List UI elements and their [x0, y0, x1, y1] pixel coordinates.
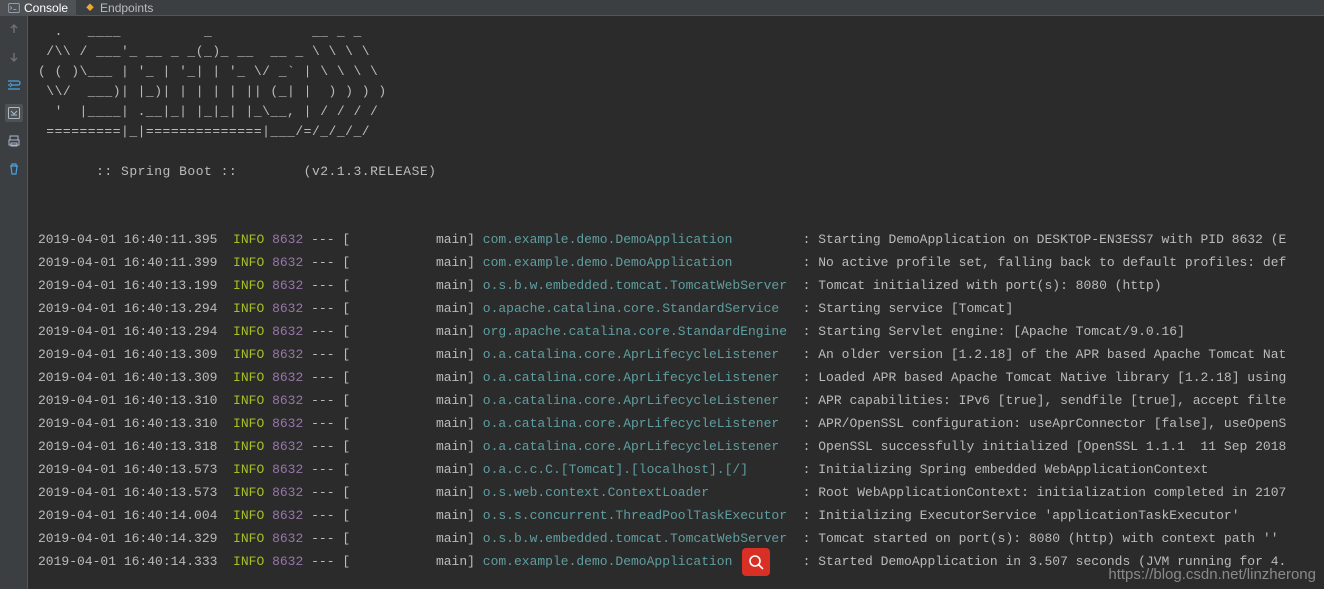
- tab-console[interactable]: Console: [0, 0, 76, 16]
- scroll-down-icon[interactable]: [5, 48, 23, 66]
- log-row: 2019-04-01 16:40:14.004 INFO 8632 --- [ …: [38, 504, 1320, 527]
- console-output[interactable]: . ____ _ __ _ _ /\\ / ___'_ __ _ _(_)_ _…: [28, 16, 1324, 589]
- boot-version: (v2.1.3.RELEASE): [246, 164, 437, 179]
- search-overlay-icon[interactable]: [742, 548, 770, 576]
- soft-wrap-icon[interactable]: [5, 76, 23, 94]
- clear-all-icon[interactable]: [5, 160, 23, 178]
- endpoints-icon: [84, 2, 96, 14]
- log-lines: 2019-04-01 16:40:11.395 INFO 8632 --- [ …: [38, 228, 1320, 573]
- scroll-up-icon[interactable]: [5, 20, 23, 38]
- log-row: 2019-04-01 16:40:13.310 INFO 8632 --- [ …: [38, 412, 1320, 435]
- boot-name: :: Spring Boot ::: [88, 164, 246, 179]
- console-gutter: [0, 16, 28, 589]
- log-row: 2019-04-01 16:40:13.310 INFO 8632 --- [ …: [38, 389, 1320, 412]
- tab-console-label: Console: [24, 1, 68, 15]
- log-row: 2019-04-01 16:40:14.329 INFO 8632 --- [ …: [38, 527, 1320, 550]
- log-row: 2019-04-01 16:40:13.573 INFO 8632 --- [ …: [38, 481, 1320, 504]
- spring-banner: . ____ _ __ _ _ /\\ / ___'_ __ _ _(_)_ _…: [38, 22, 1320, 142]
- log-row: 2019-04-01 16:40:13.199 INFO 8632 --- [ …: [38, 274, 1320, 297]
- log-row: 2019-04-01 16:40:13.573 INFO 8632 --- [ …: [38, 458, 1320, 481]
- log-row: 2019-04-01 16:40:11.399 INFO 8632 --- [ …: [38, 251, 1320, 274]
- log-row: 2019-04-01 16:40:13.294 INFO 8632 --- [ …: [38, 297, 1320, 320]
- log-row: 2019-04-01 16:40:13.309 INFO 8632 --- [ …: [38, 366, 1320, 389]
- watermark-text: https://blog.csdn.net/linzherong: [1108, 566, 1316, 583]
- log-row: 2019-04-01 16:40:13.309 INFO 8632 --- [ …: [38, 343, 1320, 366]
- log-row: 2019-04-01 16:40:13.318 INFO 8632 --- [ …: [38, 435, 1320, 458]
- log-row: 2019-04-01 16:40:13.294 INFO 8632 --- [ …: [38, 320, 1320, 343]
- tool-tabs: Console Endpoints: [0, 0, 1324, 16]
- spring-boot-line: :: Spring Boot :: (v2.1.3.RELEASE): [38, 142, 1320, 202]
- print-icon[interactable]: [5, 132, 23, 150]
- terminal-icon: [8, 2, 20, 14]
- log-row: 2019-04-01 16:40:11.395 INFO 8632 --- [ …: [38, 228, 1320, 251]
- tab-endpoints[interactable]: Endpoints: [76, 0, 161, 16]
- tab-endpoints-label: Endpoints: [100, 1, 153, 15]
- scroll-to-end-icon[interactable]: [5, 104, 23, 122]
